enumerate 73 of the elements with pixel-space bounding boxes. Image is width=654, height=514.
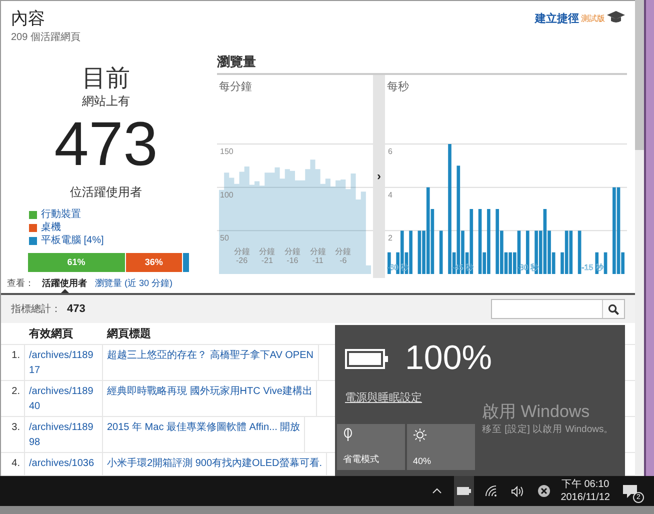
page-title-link[interactable]: 經典即時戰略再現 國外玩家用HTC Vive建構出	[103, 381, 318, 418]
scrollbar-thumb[interactable]	[635, 0, 644, 150]
active-users-count: 473	[54, 114, 158, 176]
y-tick-label: 150	[220, 146, 234, 156]
y-tick-label: 4	[388, 190, 392, 199]
power-settings-link[interactable]: 電源與睡眠設定	[345, 390, 422, 405]
page-title-link[interactable]: 2015 年 Mac 最佳專業修圖軟體 Affin... 開放	[103, 417, 306, 454]
column-header: 有效網頁	[28, 327, 74, 342]
active-users-caption: 位活躍使用者	[70, 184, 142, 201]
y-tick-label: 6	[388, 146, 392, 156]
now-heading: 目前	[82, 64, 130, 93]
beta-label: 測試版	[581, 13, 605, 24]
page-title-link[interactable]: 超越三上悠亞的存在？ 高橋聖子拿下AV OPEN	[103, 345, 318, 382]
pageviews-title: 瀏覽量	[217, 52, 627, 75]
chevron-up-icon	[432, 488, 442, 494]
search-field[interactable]	[491, 299, 625, 320]
view-tab[interactable]: 活躍使用者	[42, 278, 87, 289]
view-label: 查看：	[7, 278, 34, 289]
activation-text: 移至 [設定] 以啟用 Windows。	[482, 423, 614, 436]
create-shortcut-link[interactable]: 建立捷徑	[535, 11, 579, 26]
sun-icon	[413, 428, 427, 442]
metric-total-value: 473	[67, 303, 86, 316]
leaf-icon	[343, 428, 353, 442]
expand-arrow[interactable]: ›	[377, 170, 381, 182]
battery-percent: 100%	[405, 339, 492, 378]
y-tick-label: 50	[220, 233, 229, 242]
y-tick-label: 2	[388, 233, 392, 242]
legend-label: 平板電腦 [4%]	[41, 234, 104, 247]
speaker-icon	[510, 486, 524, 496]
device-share-segment: 36%	[126, 252, 184, 272]
wifi-icon	[484, 485, 497, 497]
active-pages-count: 209 個活躍網頁	[11, 31, 80, 44]
device-share-segment: 61%	[28, 252, 126, 272]
graduation-cap-icon[interactable]	[607, 11, 625, 23]
notification-icon	[622, 484, 638, 498]
battery-icon	[345, 348, 389, 368]
quick-action-tile[interactable]: 省電模式	[337, 424, 405, 470]
chart-title: 每分鐘	[218, 80, 253, 95]
page-title-link[interactable]: 小米手環2開箱評測 900有找內建OLED螢幕可看.	[103, 453, 328, 476]
legend-label: 桌機	[41, 222, 61, 234]
row-number: 4.	[1, 453, 25, 476]
scrollbar[interactable]	[635, 0, 644, 476]
row-number: 2.	[1, 381, 25, 418]
battery-tray-button[interactable]	[454, 476, 474, 506]
page-title: 內容	[11, 8, 46, 30]
x-tick-label: 分鐘 -6	[335, 246, 352, 265]
search-icon	[608, 304, 619, 315]
row-number: 3.	[1, 417, 25, 454]
page-path-link[interactable]: /archives/118940	[25, 381, 103, 418]
x-tick-label: 分鐘 -26	[234, 246, 250, 265]
chart-title: 每秒	[386, 80, 410, 95]
page-path-link[interactable]: /archives/1036	[25, 453, 103, 476]
row-number: 1.	[1, 345, 25, 382]
x-tick-label: 分鐘 -16	[284, 246, 300, 265]
on-site-caption: 網站上有	[82, 92, 130, 110]
quick-action-tile[interactable]: 40%	[407, 424, 475, 470]
metric-total-label: 指標總計：	[11, 302, 61, 316]
battery-icon	[456, 487, 471, 495]
y-tick-label: 100	[220, 190, 234, 199]
clock[interactable]: 下午 06:10 2016/11/12	[560, 478, 610, 504]
activation-title: 啟用 Windows	[482, 401, 591, 423]
bar	[439, 230, 443, 274]
page-path-link[interactable]: /archives/118917	[25, 345, 103, 382]
x-tick-label: 分鐘 -21	[259, 246, 276, 265]
x-circle-icon	[538, 485, 550, 497]
bar	[604, 252, 608, 274]
page-path-link[interactable]: /archives/118998	[25, 417, 103, 454]
bar	[578, 230, 582, 274]
view-tab[interactable]: 瀏覽量 (近 30 分鐘)	[95, 278, 173, 289]
legend-label: 行動裝置	[41, 208, 81, 221]
column-header: 網頁標題	[106, 326, 152, 342]
search-button[interactable]	[602, 300, 624, 318]
x-tick-label: 分鐘 -11	[310, 246, 326, 265]
